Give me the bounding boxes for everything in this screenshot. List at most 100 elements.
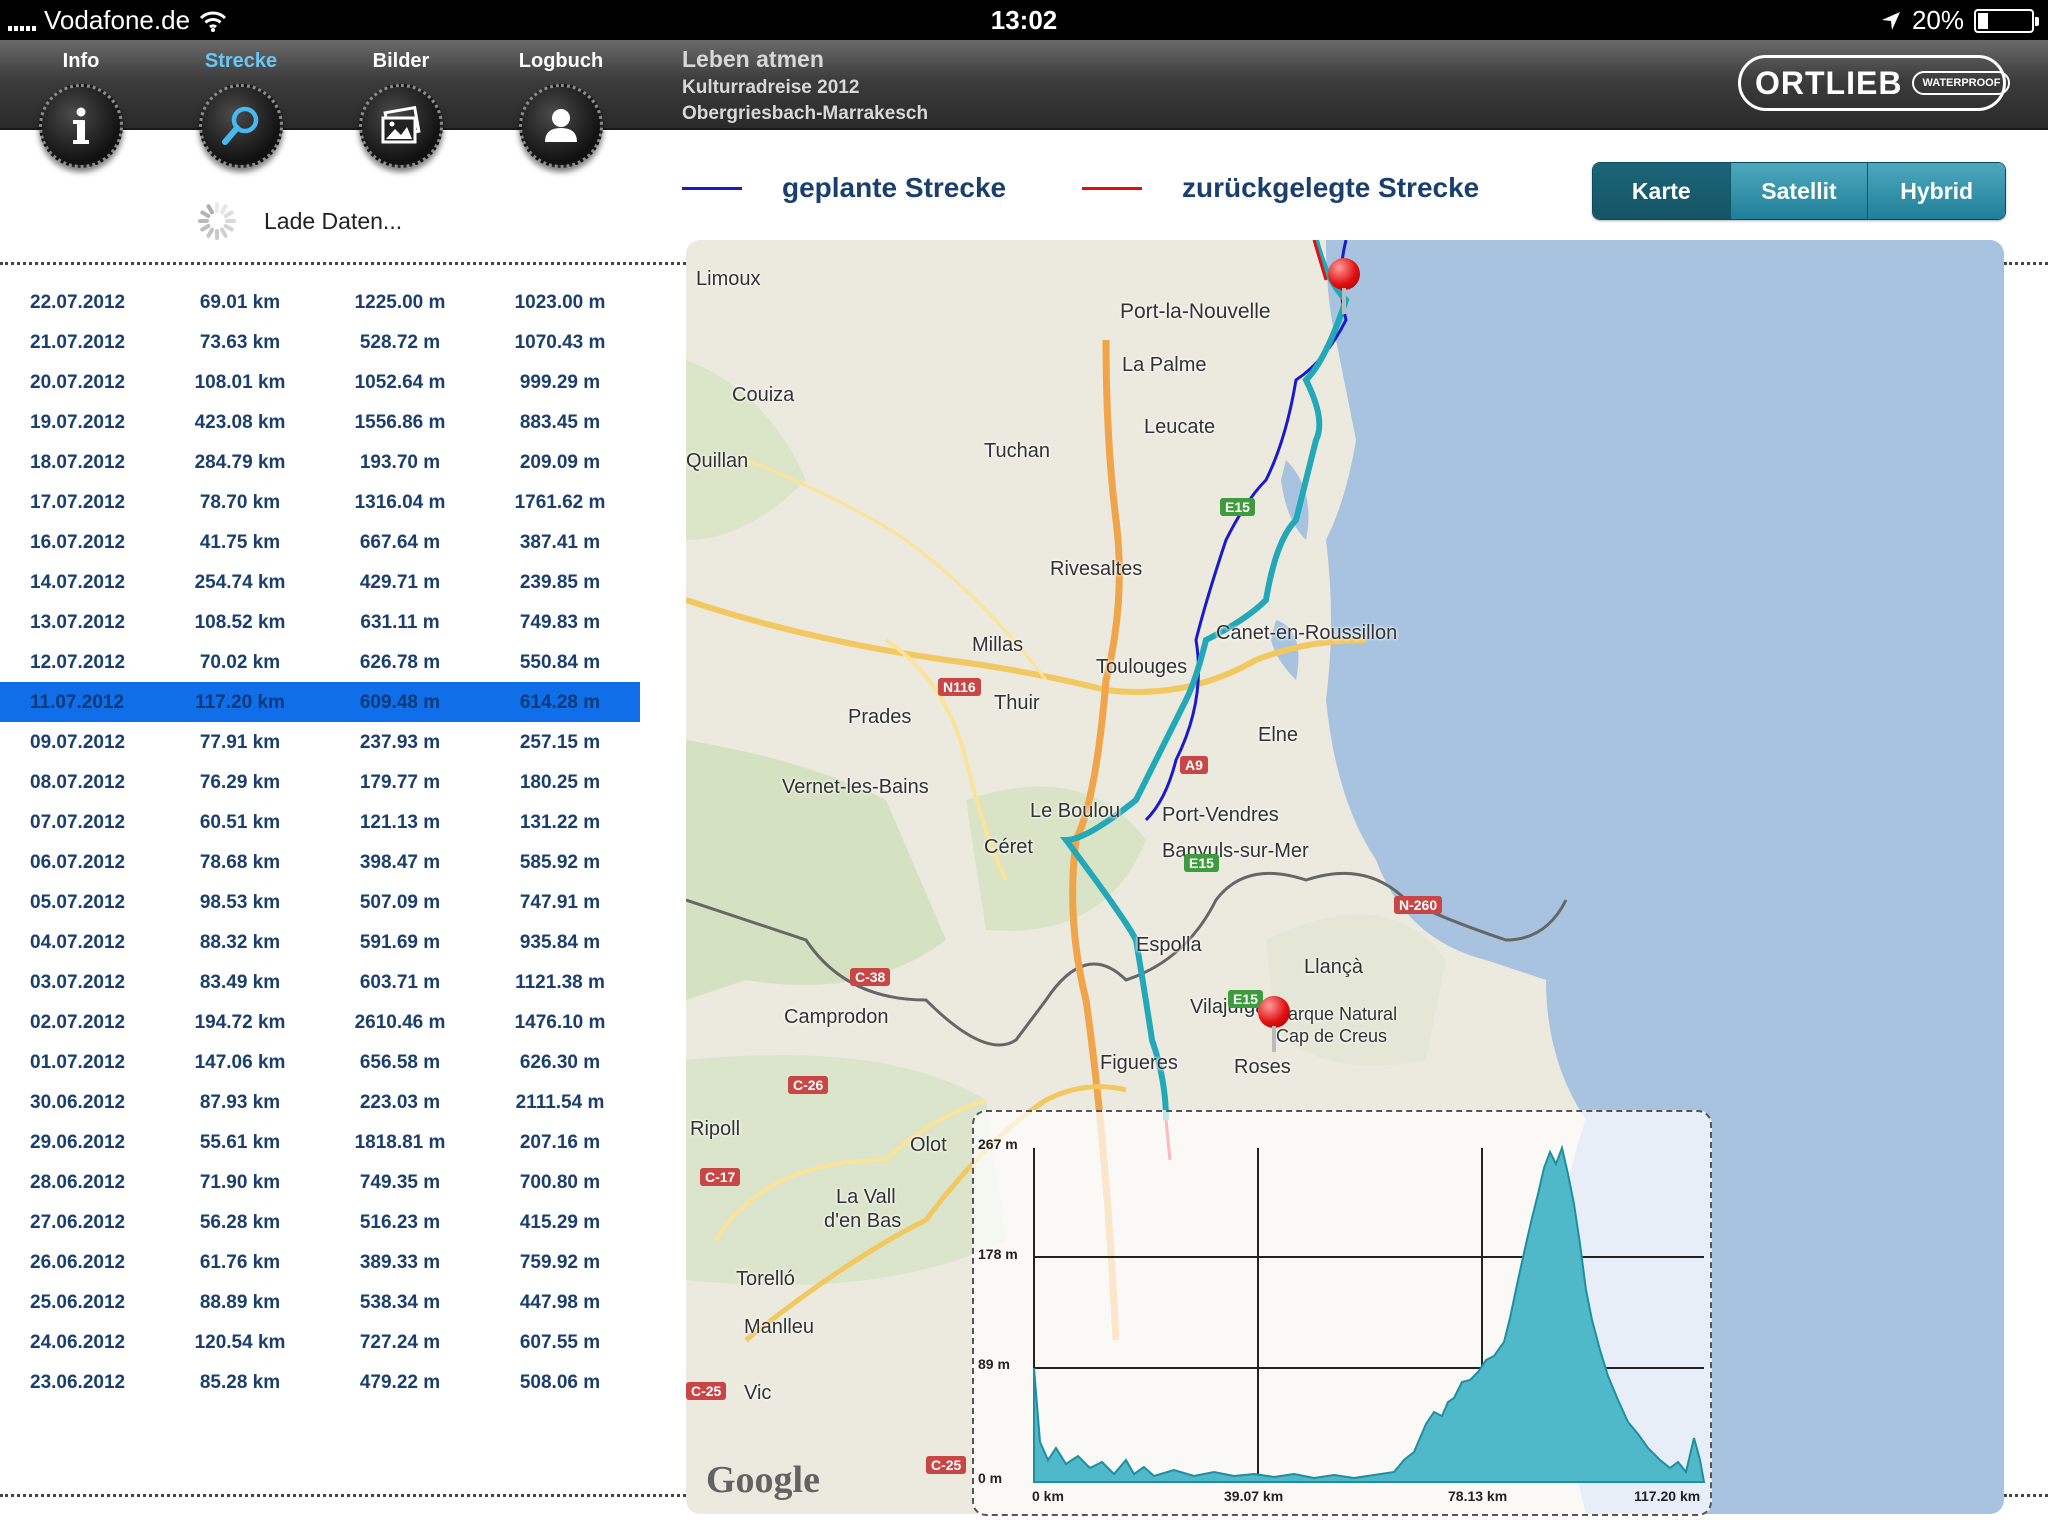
map-type-karte[interactable]: Karte (1593, 163, 1731, 219)
log-descent: 209.09 m (519, 452, 601, 473)
trip-header: Leben atmen Kulturradreise 2012 Obergrie… (682, 46, 928, 125)
log-ascent: 1052.64 m (354, 372, 446, 393)
log-ascent: 609.48 m (359, 692, 441, 713)
y-axis-label: 0 m (978, 1470, 1003, 1486)
tab-strecke[interactable]: Strecke (186, 40, 296, 168)
log-row[interactable]: 29.06.2012 55.61 km 1818.81 m 207.16 m (0, 1122, 640, 1162)
log-date: 06.07.2012 (30, 852, 126, 873)
log-distance: 78.70 km (199, 492, 281, 513)
start-pin[interactable] (1328, 258, 1360, 314)
log-row[interactable]: 08.07.2012 76.29 km 179.77 m 180.25 m (0, 762, 640, 802)
log-row[interactable]: 23.06.2012 85.28 km 479.22 m 508.06 m (0, 1362, 640, 1402)
status-bar: Vodafone.de 13:02 20% (0, 0, 2048, 40)
place-label: Limoux (696, 268, 761, 290)
y-axis-label: 89 m (978, 1356, 1010, 1372)
log-row[interactable]: 04.07.2012 88.32 km 591.69 m 935.84 m (0, 922, 640, 962)
map-type-hybrid[interactable]: Hybrid (1868, 163, 2005, 219)
end-pin[interactable] (1258, 996, 1290, 1052)
log-row[interactable]: 21.07.2012 73.63 km 528.72 m 1070.43 m (0, 322, 640, 362)
x-axis-label: 39.07 km (1224, 1488, 1284, 1504)
elevation-profile[interactable]: 267 m 178 m 89 m 0 m 0 km 39.07 km 78.13… (972, 1110, 1712, 1516)
place-label: Vic (744, 1382, 772, 1404)
log-row[interactable]: 19.07.2012 423.08 km 1556.86 m 883.45 m (0, 402, 640, 442)
log-ascent: 516.23 m (359, 1212, 441, 1233)
tab-strecke-label: Strecke (204, 50, 278, 72)
place-label: La Vall (836, 1186, 896, 1208)
log-row[interactable]: 22.07.2012 69.01 km 1225.00 m 1023.00 m (0, 282, 640, 322)
y-axis-label: 267 m (978, 1136, 1018, 1152)
tab-logbuch[interactable]: Logbuch (506, 40, 616, 168)
log-row[interactable]: 28.06.2012 71.90 km 749.35 m 700.80 m (0, 1162, 640, 1202)
legend-planned: geplante Strecke (682, 172, 1006, 204)
log-date: 11.07.2012 (30, 692, 125, 713)
log-descent: 585.92 m (519, 852, 601, 873)
place-label: Thuir (994, 692, 1040, 714)
log-row[interactable]: 06.07.2012 78.68 km 398.47 m 585.92 m (0, 842, 640, 882)
battery-percent: 20% (1911, 5, 1964, 35)
log-row[interactable]: 05.07.2012 98.53 km 507.09 m 747.91 m (0, 882, 640, 922)
log-distance: 71.90 km (199, 1172, 281, 1193)
place-label: Port-Vendres (1162, 804, 1279, 826)
battery-level (1978, 12, 1989, 29)
log-row[interactable]: 12.07.2012 70.02 km 626.78 m 550.84 m (0, 642, 640, 682)
y-axis-label: 178 m (978, 1246, 1018, 1262)
tab-info[interactable]: Info (26, 40, 136, 168)
log-date: 27.06.2012 (30, 1212, 126, 1233)
log-row[interactable]: 14.07.2012 254.74 km 429.71 m 239.85 m (0, 562, 640, 602)
place-label: Elne (1258, 724, 1299, 746)
map-type-satellit[interactable]: Satellit (1730, 163, 1869, 219)
place-label: Quillan (686, 450, 749, 472)
log-row[interactable]: 18.07.2012 284.79 km 193.70 m 209.09 m (0, 442, 640, 482)
place-label: Port-la-Nouvelle (1120, 300, 1271, 323)
log-ascent: 591.69 m (359, 932, 441, 953)
log-ascent: 603.71 m (359, 972, 441, 993)
log-distance: 117.20 km (195, 692, 285, 713)
log-ascent: 2610.46 m (354, 1012, 446, 1033)
place-label: Vernet-les-Bains (782, 776, 929, 798)
log-row[interactable]: 07.07.2012 60.51 km 121.13 m 131.22 m (0, 802, 640, 842)
log-distance: 147.06 km (194, 1052, 286, 1073)
place-label: Camprodon (784, 1006, 889, 1028)
log-row[interactable]: 09.07.2012 77.91 km 237.93 m 257.15 m (0, 722, 640, 762)
log-distance: 83.49 km (199, 972, 281, 993)
tab-bilder[interactable]: Bilder (346, 40, 456, 168)
location-arrow-icon (1881, 11, 1900, 30)
log-date: 12.07.2012 (30, 652, 126, 673)
log-row[interactable]: 17.07.2012 78.70 km 1316.04 m 1761.62 m (0, 482, 640, 522)
nav-bar: Info Strecke Bilder Logbuch Leben atmen … (0, 40, 2048, 168)
log-ascent: 121.13 m (359, 812, 441, 833)
log-ascent: 1316.04 m (354, 492, 446, 513)
log-row[interactable]: 11.07.2012 117.20 km 609.48 m 614.28 m (0, 682, 640, 722)
place-label: Roses (1234, 1056, 1291, 1078)
log-descent: 550.84 m (519, 652, 601, 673)
log-row[interactable]: 27.06.2012 56.28 km 516.23 m 415.29 m (0, 1202, 640, 1242)
separator-bottom (0, 1494, 686, 1497)
log-descent: 935.84 m (519, 932, 601, 953)
road-badge: N-260 (1394, 896, 1443, 914)
log-row[interactable]: 16.07.2012 41.75 km 667.64 m 387.41 m (0, 522, 640, 562)
log-row[interactable]: 25.06.2012 88.89 km 538.34 m 447.98 m (0, 1282, 640, 1322)
log-row[interactable]: 13.07.2012 108.52 km 631.11 m 749.83 m (0, 602, 640, 642)
log-distance: 98.53 km (199, 892, 281, 913)
log-distance: 108.01 km (194, 372, 286, 393)
log-row[interactable]: 30.06.2012 87.93 km 223.03 m 2111.54 m (0, 1082, 640, 1122)
place-label: Rivesaltes (1050, 558, 1143, 580)
log-ascent: 398.47 m (359, 852, 441, 873)
place-label: Millas (972, 634, 1024, 656)
road-badge: N116 (938, 678, 981, 696)
log-row[interactable]: 20.07.2012 108.01 km 1052.64 m 999.29 m (0, 362, 640, 402)
log-row[interactable]: 03.07.2012 83.49 km 603.71 m 1121.38 m (0, 962, 640, 1002)
log-row[interactable]: 26.06.2012 61.76 km 389.33 m 759.92 m (0, 1242, 640, 1282)
legend-traveled-label: zurückgelegte Strecke (1182, 172, 1480, 203)
log-ascent: 631.11 m (360, 612, 440, 633)
log-row[interactable]: 24.06.2012 120.54 km 727.24 m 607.55 m (0, 1322, 640, 1362)
tab-bilder-label: Bilder (372, 50, 430, 72)
log-distance: 254.74 km (194, 572, 286, 593)
road-badge: E15 (1220, 498, 1255, 516)
log-ascent: 727.24 m (359, 1332, 441, 1353)
log-descent: 257.15 m (519, 732, 601, 753)
log-row[interactable]: 01.07.2012 147.06 km 656.58 m 626.30 m (0, 1042, 640, 1082)
log-ascent: 528.72 m (359, 332, 441, 353)
log-row[interactable]: 02.07.2012 194.72 km 2610.46 m 1476.10 m (0, 1002, 640, 1042)
place-label: Torelló (736, 1268, 795, 1290)
